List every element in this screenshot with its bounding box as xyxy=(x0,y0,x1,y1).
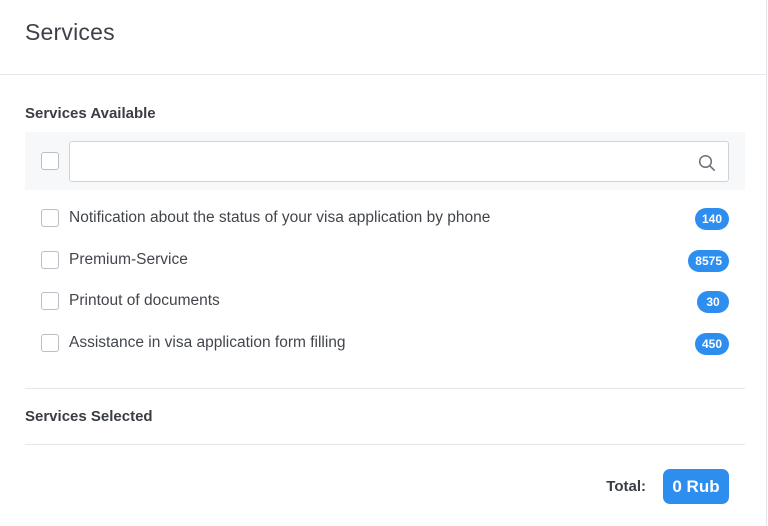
section-divider xyxy=(25,388,745,389)
service-label: Notification about the status of your vi… xyxy=(69,209,491,226)
service-item[interactable]: Premium-Service 8575 xyxy=(25,241,745,281)
panel-header: Services xyxy=(0,0,766,75)
service-checkbox[interactable] xyxy=(41,292,59,310)
service-checkbox[interactable] xyxy=(41,209,59,227)
service-item[interactable]: Notification about the status of your vi… xyxy=(25,199,745,239)
price-badge: 8575 xyxy=(688,250,729,272)
price-badge: 140 xyxy=(694,208,729,230)
services-selected-heading: Services Selected xyxy=(25,408,153,425)
service-checkbox[interactable] xyxy=(41,251,59,269)
service-label: Assistance in visa application form fill… xyxy=(69,334,346,351)
service-item[interactable]: Assistance in visa application form fill… xyxy=(25,324,745,364)
search-icon[interactable] xyxy=(698,154,716,172)
search-input[interactable] xyxy=(70,142,690,181)
price-badge: 30 xyxy=(697,291,729,313)
section-divider xyxy=(25,444,745,445)
service-item[interactable]: Printout of documents 30 xyxy=(25,282,745,322)
page-title: Services xyxy=(25,19,115,45)
services-available-heading: Services Available xyxy=(25,105,156,122)
total-badge: 0 Rub xyxy=(663,469,729,504)
service-label: Printout of documents xyxy=(69,292,220,309)
service-label: Premium-Service xyxy=(69,251,188,268)
filter-bar xyxy=(25,132,745,190)
select-all-checkbox[interactable] xyxy=(41,152,59,170)
search-box[interactable] xyxy=(69,141,729,182)
price-badge: 450 xyxy=(694,333,729,355)
service-checkbox[interactable] xyxy=(41,334,59,352)
total-label: Total: xyxy=(606,478,646,495)
services-panel: Services Services Available Notification… xyxy=(0,0,767,526)
